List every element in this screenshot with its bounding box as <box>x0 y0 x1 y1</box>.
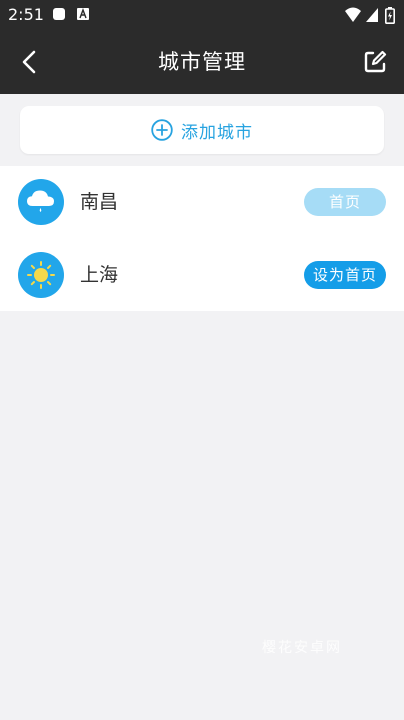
battery-icon <box>385 7 395 24</box>
app-a-icon <box>77 8 89 20</box>
status-bar: 2:51 <box>0 0 404 30</box>
page-title: 城市管理 <box>158 50 246 74</box>
watermark: 樱花安卓网 <box>262 640 342 656</box>
city-weather-avatar <box>18 252 64 298</box>
set-home-button[interactable]: 设为首页 <box>304 261 386 289</box>
app-bar: 城市管理 <box>0 30 404 94</box>
city-row-shanghai[interactable]: 上海 设为首页 <box>0 239 404 311</box>
edit-button[interactable] <box>358 45 392 79</box>
city-weather-avatar <box>18 179 64 225</box>
app-notification-icon <box>53 8 65 20</box>
city-list: 南昌 首页 上海 设为首页 <box>0 166 404 311</box>
plus-circle-icon <box>151 119 173 141</box>
add-city-button[interactable]: 添加城市 <box>20 106 384 154</box>
edit-icon <box>364 50 387 73</box>
add-city-content: 添加城市 <box>20 106 384 154</box>
home-city-badge: 首页 <box>304 188 386 216</box>
cloud-rain-icon <box>27 190 54 212</box>
sun-icon <box>27 261 55 289</box>
city-name: 上海 <box>80 264 119 286</box>
chevron-left-icon <box>22 50 36 74</box>
back-button[interactable] <box>12 44 48 80</box>
city-name: 南昌 <box>80 191 119 213</box>
city-row-nanchang[interactable]: 南昌 首页 <box>0 166 404 238</box>
signal-icon <box>366 8 378 22</box>
status-time: 2:51 <box>8 5 44 24</box>
add-city-label: 添加城市 <box>181 122 253 143</box>
wifi-icon <box>345 7 361 22</box>
